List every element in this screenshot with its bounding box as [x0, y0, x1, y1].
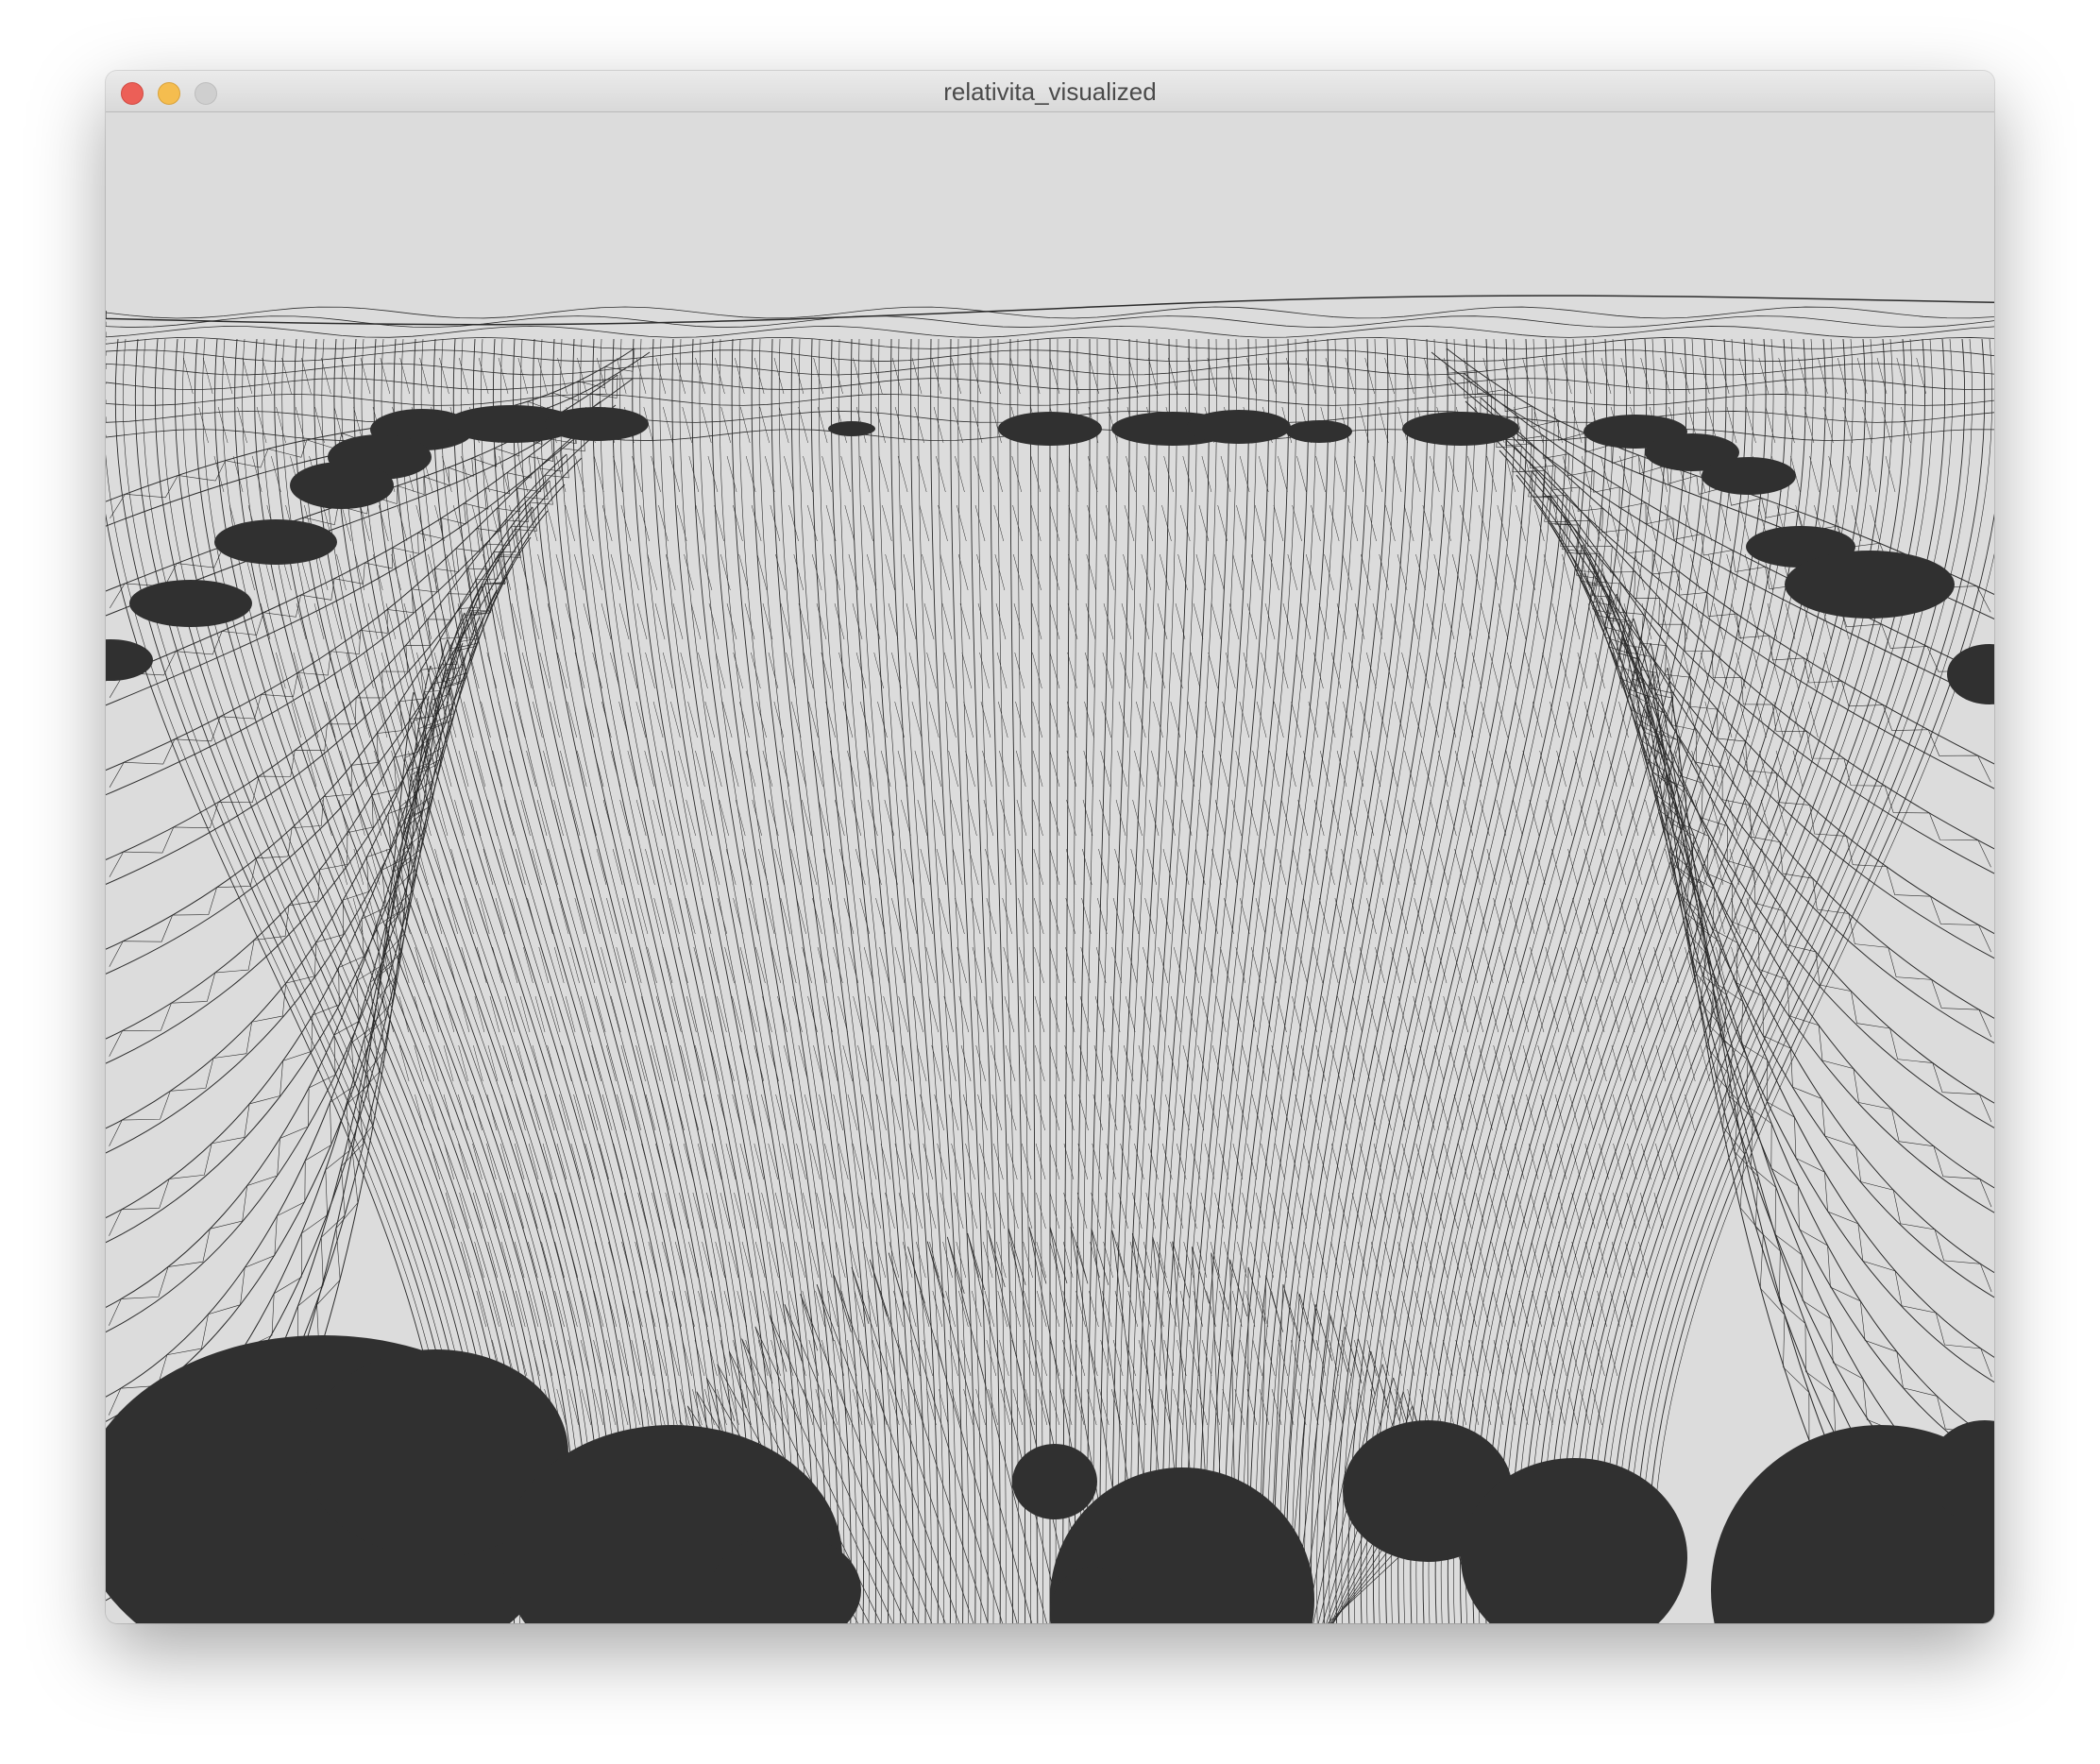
body-far-10	[998, 412, 1102, 446]
body-far-8	[106, 639, 153, 681]
body-far-14	[1402, 412, 1519, 446]
body-far-6	[214, 519, 337, 565]
body-far-19	[1785, 551, 1955, 619]
body-far-7	[129, 580, 252, 627]
body-far-9	[828, 421, 875, 436]
title-bar[interactable]: relativita_visualized	[106, 71, 1994, 112]
app-window: relativita_visualized	[106, 71, 1994, 1623]
wireframe-scene	[106, 295, 1994, 1623]
body-far-12	[1187, 410, 1291, 444]
body-far-13	[1286, 420, 1352, 443]
body-far-5	[290, 462, 394, 509]
body-far-17	[1702, 457, 1796, 495]
body-far-3	[545, 407, 649, 441]
body-near-5	[1012, 1444, 1097, 1519]
window-title: relativita_visualized	[943, 77, 1157, 106]
render-canvas[interactable]	[106, 112, 1994, 1623]
body-far-20	[1947, 644, 1994, 704]
